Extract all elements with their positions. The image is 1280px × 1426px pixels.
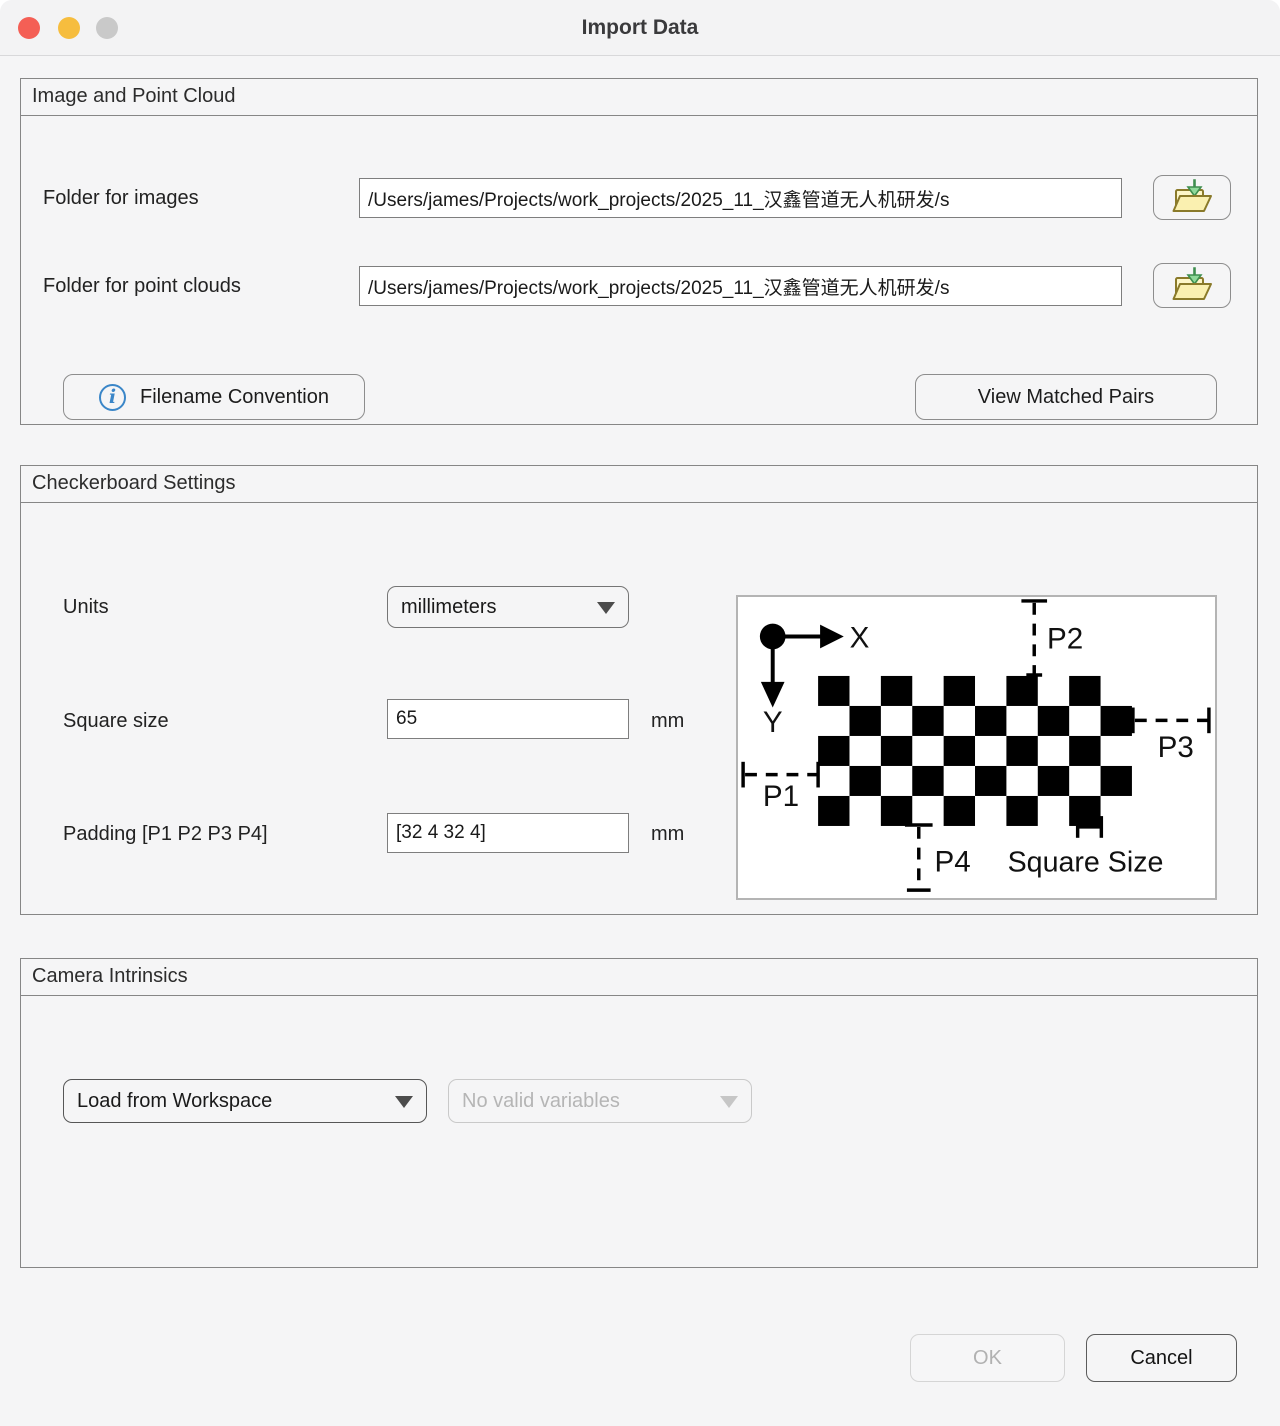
padding-input[interactable]: [387, 813, 629, 853]
units-label: Units: [63, 596, 109, 619]
padding-label: Padding [P1 P2 P3 P4]: [63, 823, 268, 846]
section-camera-intrinsics: Camera Intrinsics Load from Workspace No…: [20, 958, 1258, 1268]
section-image-and-point-cloud: Image and Point Cloud Folder for images …: [20, 78, 1258, 425]
view-matched-pairs-button[interactable]: View Matched Pairs: [915, 374, 1217, 420]
ok-button[interactable]: OK: [910, 1334, 1065, 1382]
cancel-button[interactable]: Cancel: [1086, 1334, 1237, 1382]
close-button[interactable]: [18, 17, 40, 39]
view-matched-pairs-label: View Matched Pairs: [978, 386, 1154, 409]
folder-for-point-clouds-input[interactable]: [359, 266, 1122, 306]
window-title: Import Data: [0, 0, 1280, 56]
browse-point-clouds-button[interactable]: [1153, 263, 1231, 308]
square-size-input[interactable]: [387, 699, 629, 739]
intrinsics-source-dropdown[interactable]: Load from Workspace: [63, 1079, 427, 1123]
fullscreen-button-disabled: [96, 17, 118, 39]
square-size-diagram-label: Square Size: [1008, 846, 1164, 878]
chevron-down-icon: [597, 602, 615, 614]
folder-for-point-clouds-label: Folder for point clouds: [43, 275, 241, 298]
folder-for-images-label: Folder for images: [43, 187, 199, 210]
chevron-down-icon: [720, 1096, 738, 1108]
units-dropdown[interactable]: millimeters: [387, 586, 629, 628]
intrinsics-source-selected-value: Load from Workspace: [77, 1090, 272, 1113]
square-size-label: Square size: [63, 710, 169, 733]
units-selected-value: millimeters: [401, 596, 497, 619]
info-icon: i: [99, 384, 126, 411]
filename-convention-button[interactable]: i Filename Convention: [63, 374, 365, 420]
intrinsics-variables-dropdown: No valid variables: [448, 1079, 752, 1123]
p2-label: P2: [1047, 622, 1083, 655]
p1-label: P1: [763, 780, 799, 813]
y-axis-arrow-icon: [761, 682, 785, 708]
titlebar: Import Data: [0, 0, 1280, 56]
checkerboard-diagram-svg: X Y P2 P3: [738, 597, 1215, 898]
folder-for-images-input[interactable]: [359, 178, 1122, 218]
open-folder-icon: [1170, 178, 1214, 218]
checkerboard-diagram: X Y P2 P3: [736, 595, 1217, 900]
filename-convention-label: Filename Convention: [140, 386, 329, 409]
open-folder-icon: [1170, 266, 1214, 306]
section-title-image-point-cloud: Image and Point Cloud: [21, 79, 1257, 116]
section-checkerboard-settings: Checkerboard Settings Units millimeters …: [20, 465, 1258, 915]
x-axis-label: X: [850, 621, 870, 654]
section-title-camera-intrinsics: Camera Intrinsics: [21, 959, 1257, 996]
p4-label: P4: [935, 845, 971, 878]
padding-unit-label: mm: [651, 823, 684, 846]
import-data-dialog: Import Data Image and Point Cloud Folder…: [0, 0, 1280, 1426]
browse-images-button[interactable]: [1153, 175, 1231, 220]
minimize-button[interactable]: [58, 17, 80, 39]
square-size-unit-label: mm: [651, 710, 684, 733]
x-axis-arrow-icon: [820, 625, 844, 649]
p3-label: P3: [1158, 731, 1194, 764]
section-title-checkerboard-settings: Checkerboard Settings: [21, 466, 1257, 503]
y-axis-label: Y: [763, 706, 783, 739]
chevron-down-icon: [395, 1096, 413, 1108]
intrinsics-variables-selected-value: No valid variables: [462, 1090, 620, 1113]
checkerboard-board: [818, 676, 1132, 826]
